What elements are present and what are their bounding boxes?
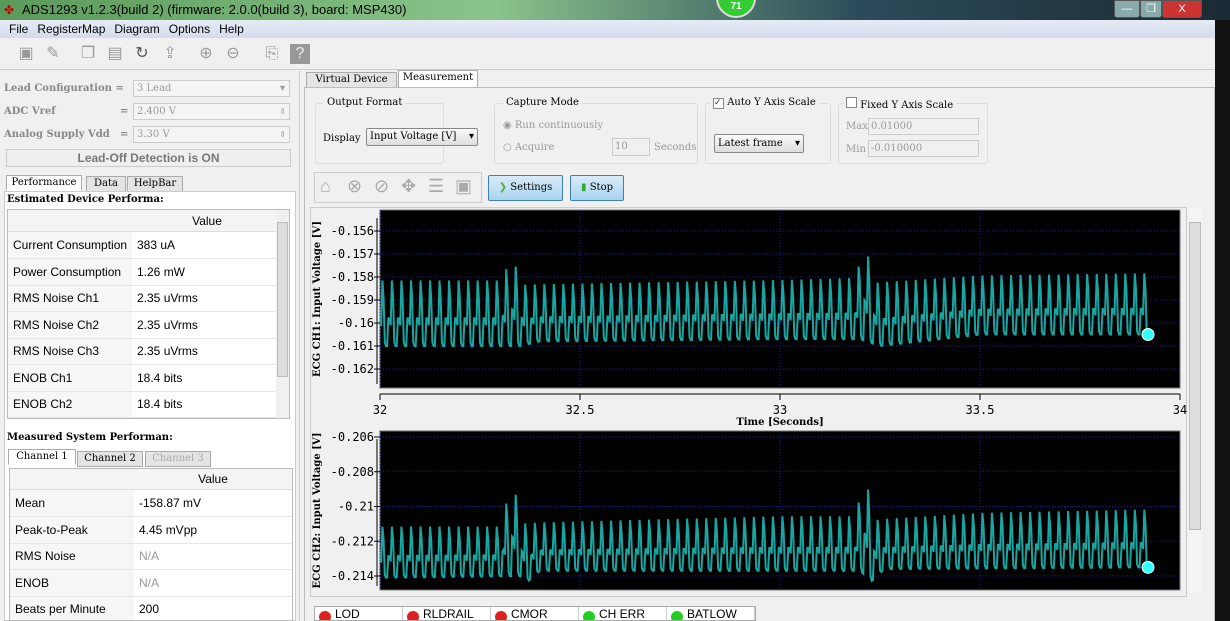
last-point-marker [1141, 328, 1155, 341]
y-tick-label: -0.21 [338, 500, 374, 514]
indicator-cmor: CMOR [491, 607, 579, 621]
x-tick-label: 33 [773, 403, 787, 417]
x-tick-label: 33.5 [966, 403, 995, 417]
y-tick-label: -0.162 [331, 362, 374, 376]
y-tick-label: -0.16 [338, 316, 374, 330]
x-tick-label: 32 [373, 403, 387, 417]
x-axis-label: Time [Seconds] [736, 417, 823, 428]
indicator-ch-err: CH ERR [579, 607, 667, 621]
y-tick-label: -0.214 [331, 569, 374, 583]
y-tick-label: -0.212 [331, 534, 374, 548]
y-axis-label: ECG CH1: Input Voltage [V] [312, 221, 323, 377]
y-tick-label: -0.156 [331, 224, 374, 238]
last-point-marker [1141, 560, 1155, 574]
y-tick-label: -0.208 [331, 465, 374, 479]
x-tick-label: 34 [1173, 403, 1187, 417]
status-indicators: LOD RLDRAIL CMOR CH ERR BATLOW [314, 606, 756, 621]
y-tick-label: -0.206 [331, 430, 374, 444]
y-tick-label: -0.159 [331, 293, 374, 307]
indicator-label: CH ERR [599, 607, 646, 621]
indicator-lod: LOD [315, 607, 403, 621]
indicator-rldrail: RLDRAIL [403, 607, 491, 621]
y-axis-label: ECG CH2: Input Voltage [V] [312, 433, 323, 589]
ecg-charts: -0.156 -0.157 -0.158 -0.159 -0.16 -0.161 -0.16… [312, 209, 1187, 591]
y-tick-label: -0.158 [331, 270, 374, 284]
status-led-icon [319, 611, 331, 620]
indicator-label: CMOR [511, 607, 548, 621]
indicator-label: BATLOW [687, 607, 737, 621]
y-tick-label: -0.161 [331, 339, 374, 353]
status-led-icon [671, 611, 683, 620]
status-led-icon [583, 611, 595, 620]
status-led-icon [495, 611, 507, 620]
indicator-label: RLDRAIL [423, 607, 474, 621]
x-tick-label: 32.5 [566, 403, 595, 417]
indicator-batlow: BATLOW [667, 607, 755, 621]
y-tick-label: -0.157 [331, 247, 374, 261]
indicator-label: LOD [335, 607, 360, 621]
status-led-icon [407, 611, 419, 620]
